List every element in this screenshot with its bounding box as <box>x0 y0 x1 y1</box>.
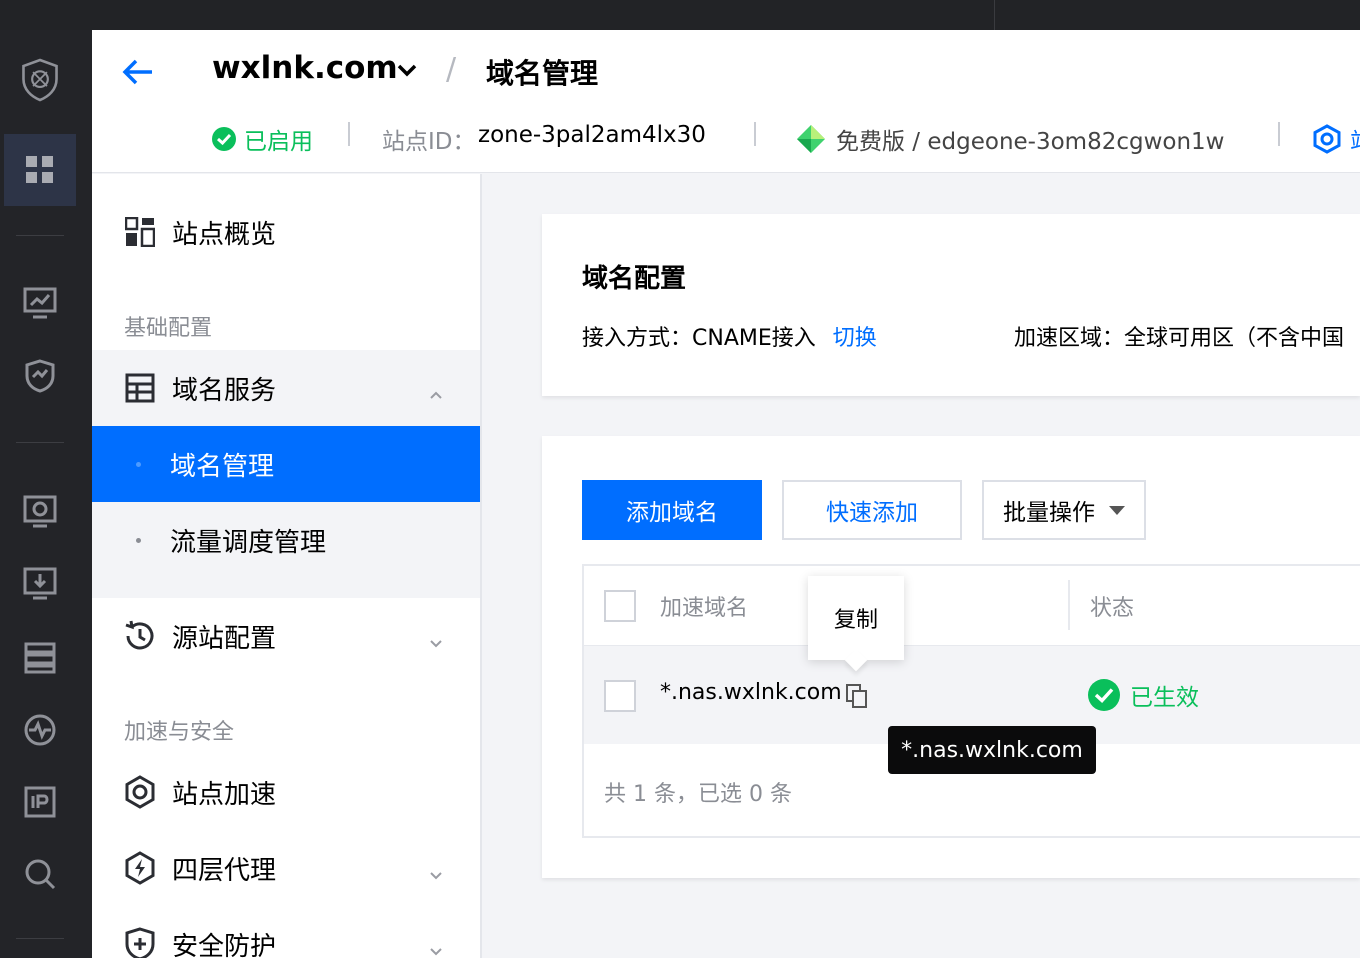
bullet <box>136 537 141 543</box>
nav-item-origin[interactable]: 源站配置 <box>92 598 480 674</box>
nav-item-site-accel[interactable]: 站点加速 <box>92 754 480 830</box>
nav-item-label: 安全防护 <box>172 931 277 958</box>
card-title: 域名配置 <box>582 264 687 294</box>
chevron-down-icon <box>428 860 444 880</box>
nav-item-domain-service[interactable]: 域名服务 <box>92 350 480 426</box>
meta-separator <box>1278 122 1280 146</box>
site-acceleration-label: 站 <box>1350 122 1360 156</box>
rail-separator <box>16 235 64 236</box>
nav-item-label: 流量调度管理 <box>170 527 327 558</box>
nav-item-l4-proxy[interactable]: 四层代理 <box>92 830 480 906</box>
table-header: 加速域名 状态 <box>584 566 1360 646</box>
check-circle-icon <box>1088 679 1120 711</box>
domain-config-card: 域名配置 接入方式：CNAME接入 切换 加速区域：全球可用区（不含中国 <box>542 214 1360 396</box>
sidenav-border <box>480 174 482 958</box>
monitor-download-icon[interactable] <box>20 564 60 604</box>
plan-label: 免费版 / edgeone-3om82cgwon1w <box>836 129 1225 155</box>
column-divider <box>1068 580 1070 630</box>
quick-add-button[interactable]: 快速添加 <box>782 480 962 540</box>
domain-tooltip: *.nas.wxlnk.com <box>888 726 1096 774</box>
site-name[interactable]: wxlnk.com <box>212 50 398 86</box>
rail-separator <box>16 938 64 939</box>
bullet <box>136 461 141 467</box>
domain-cell[interactable]: *.nas.wxlnk.com <box>660 680 842 705</box>
copy-tooltip-text: 复制 <box>833 608 878 633</box>
history-icon <box>122 618 158 654</box>
bolt-hexagon-icon <box>122 850 158 886</box>
page-title: 域名管理 <box>486 57 599 90</box>
add-domain-button[interactable]: 添加域名 <box>582 480 762 540</box>
monitor-chart-icon[interactable] <box>20 284 60 324</box>
dashboard-icon <box>122 214 158 250</box>
side-navigation: 站点概览 基础配置 域名服务 域名管理 流量调度管理 源站配置 加速与安全 站点… <box>92 174 480 958</box>
meta-separator <box>754 122 756 146</box>
nav-item-traffic[interactable]: 流量调度管理 <box>92 502 480 578</box>
row-checkbox[interactable] <box>604 680 636 712</box>
top-bar-divider <box>994 0 995 30</box>
nav-group-basic: 基础配置 <box>124 316 213 341</box>
domain-table: 加速域名 状态 *.nas.wxlnk.com 已生效 共 1 条，已选 0 条 <box>582 564 1360 838</box>
caret-down-icon <box>1109 505 1125 515</box>
select-all-checkbox[interactable] <box>604 590 636 622</box>
accel-region: 加速区域：全球可用区（不含中国 <box>1014 326 1345 351</box>
chevron-down-icon <box>428 628 444 648</box>
hexagon-icon <box>1313 124 1341 154</box>
back-arrow-icon[interactable] <box>120 54 156 90</box>
shield-plus-icon <box>122 926 158 958</box>
copy-icon[interactable] <box>846 684 868 712</box>
top-bar <box>0 0 1360 30</box>
plan-info[interactable]: 免费版 / edgeone-3om82cgwon1w <box>796 122 1225 156</box>
nav-item-label: 域名服务 <box>172 375 277 406</box>
access-mode-label: 接入方式：CNAME接入 <box>582 326 816 351</box>
copy-tooltip: 复制 <box>808 576 904 672</box>
grid-icon[interactable] <box>20 150 60 190</box>
logo-shield-icon[interactable] <box>20 58 60 102</box>
status-cell: 已生效 <box>1088 678 1199 712</box>
status-label: 已生效 <box>1130 685 1199 711</box>
chevron-up-icon <box>428 380 444 399</box>
nav-item-security[interactable]: 安全防护 <box>92 906 480 958</box>
hexagon-icon <box>122 774 158 810</box>
access-mode: 接入方式：CNAME接入 切换 <box>582 320 877 352</box>
status-label: 已启用 <box>244 129 313 155</box>
meta-separator <box>348 122 350 146</box>
nav-item-label: 四层代理 <box>172 855 277 886</box>
chevron-down-icon <box>428 936 444 956</box>
ip-icon[interactable] <box>20 782 60 822</box>
chevron-down-icon[interactable] <box>396 62 418 81</box>
nav-item-label: 站点加速 <box>172 779 277 810</box>
rail-separator <box>16 442 64 443</box>
switch-link[interactable]: 切换 <box>833 326 877 351</box>
search-icon[interactable] <box>20 854 60 894</box>
zone-id-value: zone-3pal2am4lx30 <box>478 122 706 148</box>
check-circle-icon <box>212 127 236 151</box>
server-icon[interactable] <box>20 638 60 678</box>
batch-actions-label: 批量操作 <box>1003 500 1095 526</box>
nav-item-overview[interactable]: 站点概览 <box>92 194 480 270</box>
diamond-icon <box>797 125 825 153</box>
column-header-domain[interactable]: 加速域名 <box>660 590 748 622</box>
row-count: 共 1 条，已选 0 条 <box>604 782 792 807</box>
shield-check-icon[interactable] <box>20 356 60 396</box>
domain-list-card: 添加域名 快速添加 批量操作 加速域名 状态 *.nas.wxlnk.com 已… <box>542 436 1360 878</box>
nav-item-label: 域名管理 <box>170 451 275 482</box>
site-acceleration-info[interactable]: 站 <box>1312 122 1360 156</box>
layout-icon <box>122 370 158 406</box>
page-header: wxlnk.com / 域名管理 已启用 站点ID： zone-3pal2am4… <box>92 30 1360 173</box>
nav-item-label: 源站配置 <box>172 623 277 654</box>
site-status: 已启用 <box>212 122 313 156</box>
pulse-icon[interactable] <box>20 710 60 750</box>
nav-group-accel: 加速与安全 <box>124 720 235 745</box>
zone-id-label: 站点ID： <box>382 129 476 155</box>
batch-actions-dropdown[interactable]: 批量操作 <box>982 480 1146 540</box>
icon-rail <box>0 30 92 958</box>
nav-item-domain-manage[interactable]: 域名管理 <box>92 426 480 502</box>
breadcrumb-separator: / <box>446 52 457 87</box>
monitor-settings-icon[interactable] <box>20 492 60 532</box>
column-header-status[interactable]: 状态 <box>1090 590 1134 622</box>
nav-item-label: 站点概览 <box>172 219 277 250</box>
